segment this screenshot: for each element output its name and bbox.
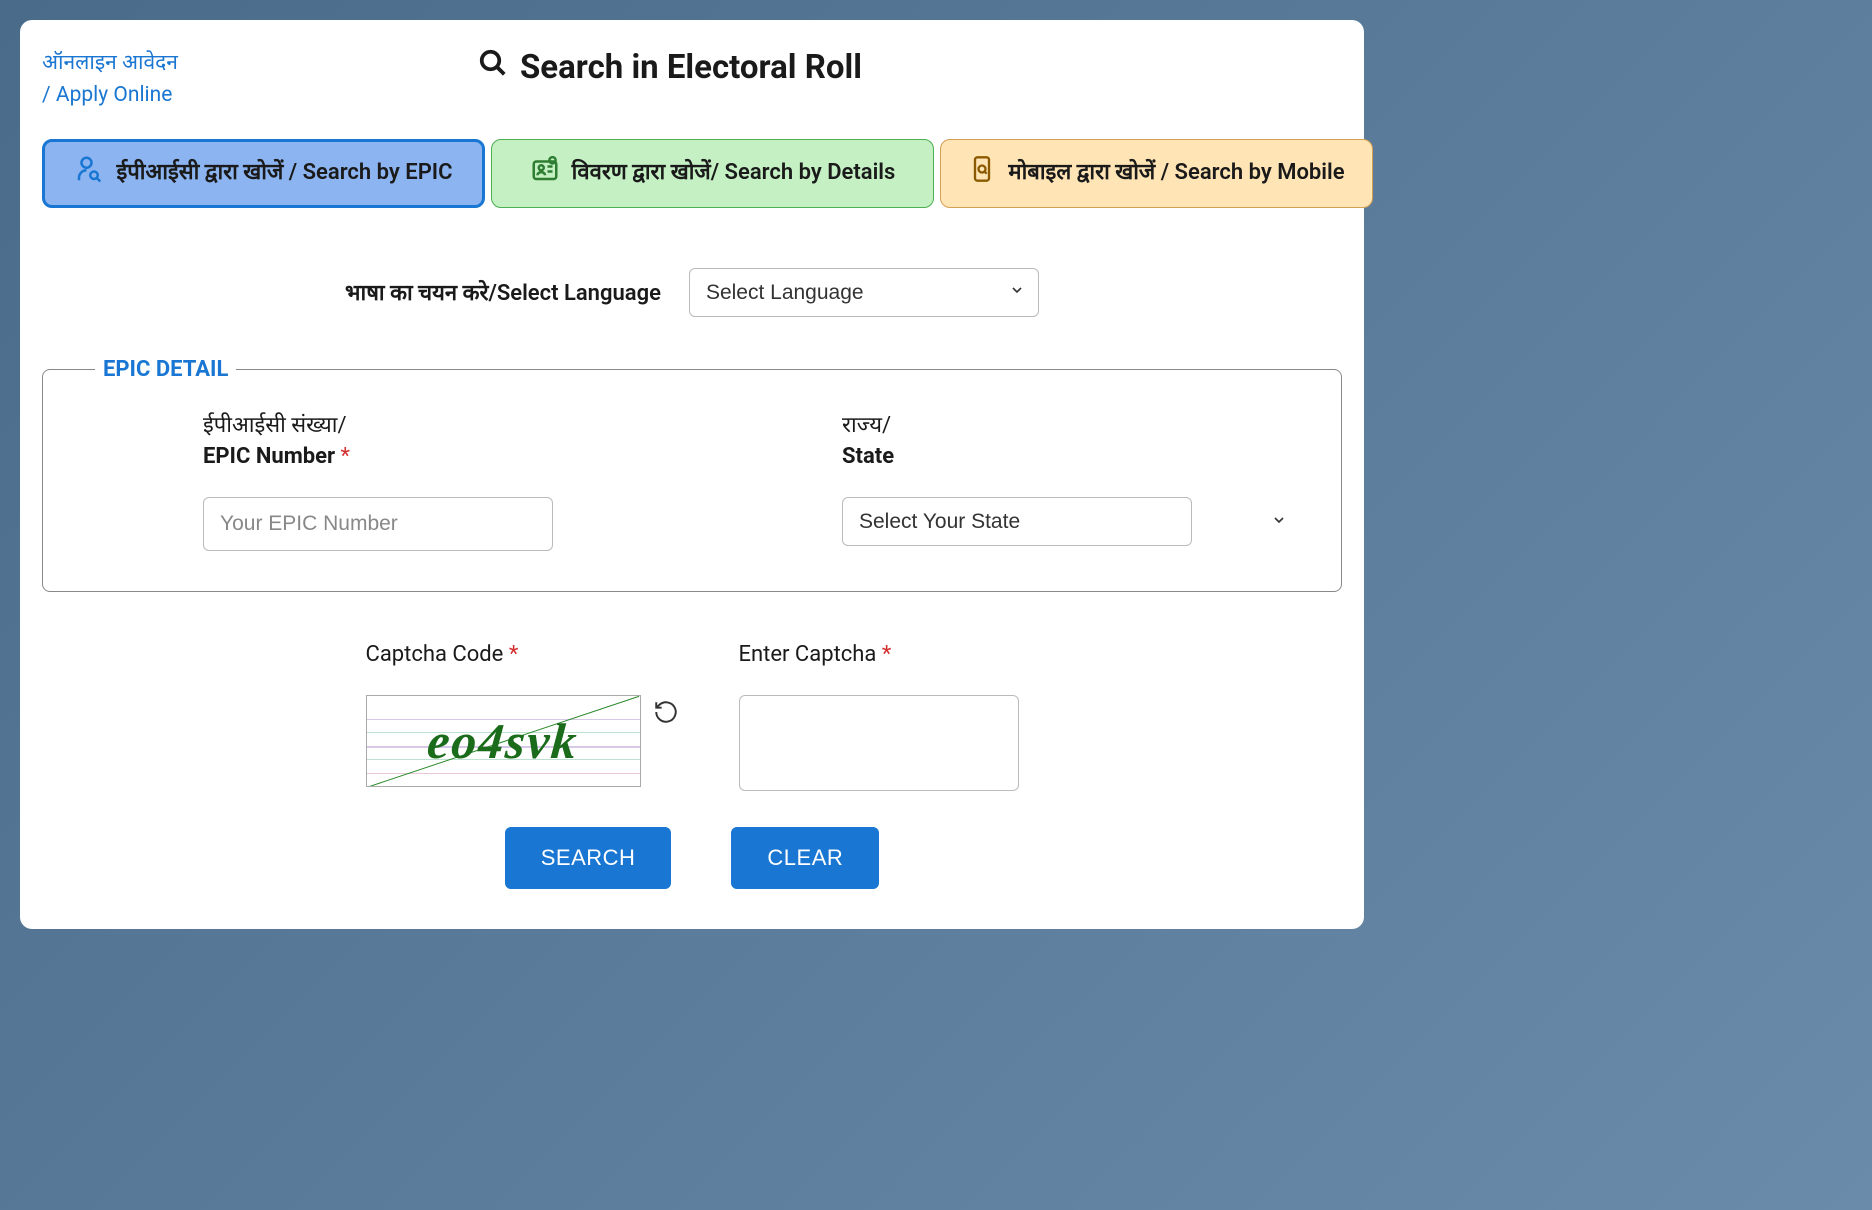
captcha-text: eo4svk: [425, 712, 581, 770]
captcha-image: eo4svk: [366, 695, 641, 787]
epic-number-input[interactable]: [203, 497, 553, 551]
enter-captcha-label: Enter Captcha *: [739, 642, 1019, 667]
state-label: राज्य/ State: [842, 410, 1301, 474]
clear-button[interactable]: CLEAR: [731, 827, 879, 889]
language-label: भाषा का चयन करे/Select Language: [345, 277, 661, 307]
tab-mobile-label: मोबाइल द्वारा खोजें / Search by Mobile: [1008, 159, 1344, 188]
language-row: भाषा का चयन करे/Select Language Select L…: [42, 268, 1342, 317]
epic-label-en: EPIC Number: [203, 444, 335, 469]
page-title-text: Search in Electoral Roll: [520, 48, 862, 87]
search-icon: [478, 48, 508, 87]
mobile-icon: [968, 155, 996, 192]
required-asterisk: *: [509, 642, 518, 667]
form-row: ईपीआईसी संख्या/ EPIC Number * राज्य/ Sta…: [83, 410, 1301, 552]
state-group: राज्य/ State Select Your State: [842, 410, 1301, 552]
buttons-row: SEARCH CLEAR: [42, 827, 1342, 889]
tab-search-by-epic[interactable]: ईपीआईसी द्वारा खोजें / Search by EPIC: [42, 139, 485, 208]
state-label-en: State: [842, 444, 894, 469]
epic-detail-fieldset: EPIC DETAIL ईपीआईसी संख्या/ EPIC Number …: [42, 357, 1342, 593]
tab-details-label: विवरण द्वारा खोजें/ Search by Details: [572, 159, 896, 188]
search-button[interactable]: SEARCH: [505, 827, 672, 889]
enter-captcha-col: Enter Captcha *: [739, 642, 1019, 791]
id-card-icon: [530, 154, 560, 193]
captcha-code-col: Captcha Code * eo4svk: [366, 642, 679, 787]
captcha-image-row: eo4svk: [366, 695, 679, 787]
language-select-wrap: Select Language: [689, 268, 1039, 317]
epic-label: ईपीआईसी संख्या/ EPIC Number *: [203, 410, 662, 474]
epic-number-group: ईपीआईसी संख्या/ EPIC Number *: [203, 410, 662, 552]
fieldset-legend: EPIC DETAIL: [95, 357, 236, 382]
captcha-code-label: Captcha Code *: [366, 642, 679, 667]
main-card: ऑनलाइन आवेदन / Apply Online Search in El…: [20, 20, 1364, 929]
person-search-icon: [74, 154, 104, 193]
language-select[interactable]: Select Language: [689, 268, 1039, 317]
state-select[interactable]: Select Your State: [842, 497, 1192, 546]
required-asterisk: *: [341, 444, 350, 469]
tabs: ईपीआईसी द्वारा खोजें / Search by EPIC वि…: [42, 139, 1342, 208]
state-label-hi: राज्य/: [842, 413, 891, 438]
chevron-down-icon: [1271, 512, 1287, 532]
page-title: Search in Electoral Roll: [478, 48, 862, 87]
captcha-section: Captcha Code * eo4svk: [42, 642, 1342, 791]
header: ऑनलाइन आवेदन / Apply Online Search in El…: [42, 48, 1342, 111]
tab-search-by-details[interactable]: विवरण द्वारा खोजें/ Search by Details: [491, 139, 934, 208]
captcha-input[interactable]: [739, 695, 1019, 791]
refresh-captcha-icon[interactable]: [653, 699, 679, 729]
required-asterisk: *: [882, 642, 891, 667]
tab-epic-label: ईपीआईसी द्वारा खोजें / Search by EPIC: [116, 159, 452, 188]
title-wrap: Search in Electoral Roll: [0, 48, 1342, 87]
epic-label-hi: ईपीआईसी संख्या/: [203, 413, 347, 438]
tab-search-by-mobile[interactable]: मोबाइल द्वारा खोजें / Search by Mobile: [940, 139, 1373, 208]
state-select-wrap: Select Your State: [842, 497, 1301, 546]
